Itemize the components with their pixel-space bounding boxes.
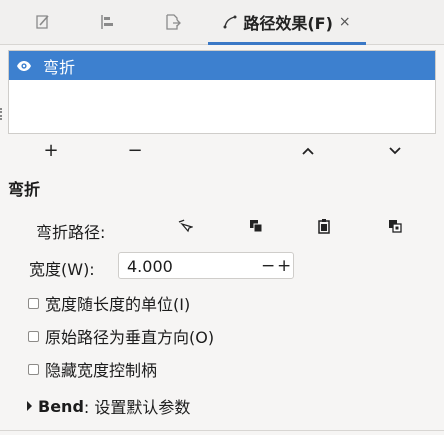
move-up-button[interactable] [293, 140, 323, 160]
effect-title: 弯折 [8, 180, 41, 199]
width-label: 宽度(W): [29, 260, 95, 279]
up-chevron-icon [301, 140, 315, 161]
export-icon [164, 13, 182, 31]
width-units-checkbox-row[interactable]: 宽度随长度的单位(I) [28, 291, 190, 315]
bend-path-label: 弯折路径: [36, 223, 106, 242]
width-units-checkbox[interactable] [28, 297, 39, 309]
defaults-effect-name: Bend [38, 396, 84, 416]
edit-on-canvas-button[interactable] [174, 218, 196, 238]
tab-align[interactable] [92, 0, 122, 44]
defaults-expander[interactable]: Bend : 设置默认参数 [27, 394, 190, 418]
width-value[interactable]: 4.000 [127, 257, 173, 276]
hide-knot-checkbox-row[interactable]: 隐藏宽度控制柄 [28, 357, 157, 381]
eye-icon[interactable] [15, 57, 33, 75]
tab-fill-stroke[interactable] [28, 0, 58, 44]
add-effect-button[interactable]: + [36, 140, 66, 161]
fill-stroke-icon [34, 13, 52, 31]
expander-arrow-icon [27, 401, 32, 411]
align-icon [98, 13, 116, 31]
tab-path-effects-label: 路径效果(F) [243, 14, 333, 33]
vertical-label: 原始路径为垂直方向(O) [45, 328, 215, 347]
width-units-label: 宽度随长度的单位(I) [45, 295, 191, 314]
remove-effect-button[interactable]: − [120, 140, 150, 161]
vertical-checkbox[interactable] [28, 330, 39, 342]
link-icon [387, 218, 403, 238]
edit-on-canvas-icon [177, 218, 194, 238]
link-path-button[interactable] [384, 218, 406, 238]
bottom-divider [0, 430, 444, 431]
resize-grip [0, 108, 5, 120]
copy-icon [248, 218, 264, 238]
paste-icon [316, 218, 332, 238]
list-item[interactable]: 弯折 [9, 51, 435, 80]
copy-path-button[interactable] [245, 218, 267, 238]
list-item-label: 弯折 [43, 57, 76, 77]
hide-knot-label: 隐藏宽度控制柄 [45, 361, 158, 380]
dialog-tab-bar: 路径效果(F) × [0, 0, 444, 45]
tab-path-effects[interactable]: 路径效果(F) × [208, 0, 366, 45]
effects-list[interactable]: 弯折 [8, 50, 436, 134]
width-increment-button[interactable]: + [277, 256, 291, 276]
width-decrement-button[interactable]: − [261, 256, 275, 276]
close-tab-icon[interactable]: × [339, 14, 351, 30]
hide-knot-checkbox[interactable] [28, 363, 39, 375]
paste-path-button[interactable] [313, 218, 335, 238]
defaults-label: : 设置默认参数 [83, 398, 191, 417]
vertical-checkbox-row[interactable]: 原始路径为垂直方向(O) [28, 324, 214, 348]
path-effect-icon [223, 15, 237, 29]
width-spinbutton[interactable]: 4.000 − + [118, 252, 294, 279]
move-down-button[interactable] [380, 140, 410, 160]
tab-export[interactable] [158, 0, 188, 44]
down-chevron-icon [388, 140, 402, 161]
